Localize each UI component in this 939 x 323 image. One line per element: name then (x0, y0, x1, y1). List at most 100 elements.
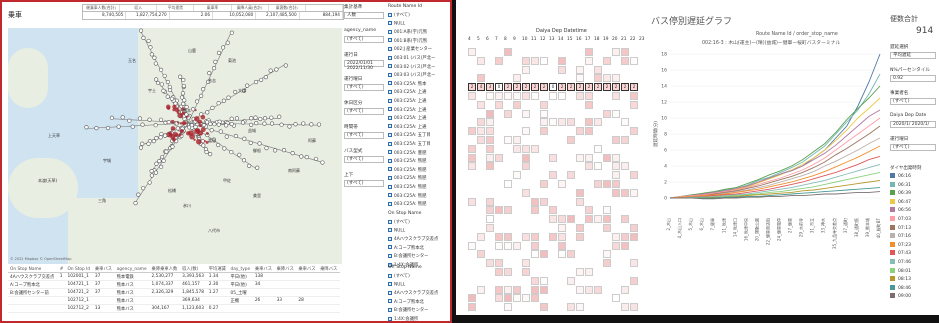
heatmap-cell[interactable] (495, 241, 503, 250)
ridership-marker[interactable] (175, 133, 178, 137)
bus-stop-marker[interactable] (165, 94, 170, 99)
bus-stop-marker[interactable] (167, 84, 172, 90)
bus-stop-marker[interactable] (149, 52, 154, 57)
ridership-marker[interactable] (176, 111, 180, 115)
heatmap-cell[interactable] (468, 153, 476, 162)
heatmap-cell[interactable] (585, 118, 593, 127)
heatmap-cell[interactable] (495, 285, 503, 294)
bus-stop-marker[interactable] (138, 145, 144, 150)
bus-stop-marker[interactable] (165, 79, 170, 85)
heatmap-cell[interactable] (612, 232, 620, 241)
bus-stop-marker[interactable] (147, 180, 152, 185)
heatmap-cell[interactable] (495, 294, 503, 303)
heatmap-cell[interactable] (594, 180, 602, 188)
bus-stop-marker[interactable] (153, 61, 158, 66)
heatmap-cell[interactable] (522, 65, 530, 74)
heatmap-cell[interactable] (504, 268, 512, 276)
heatmap-cell[interactable] (585, 268, 593, 276)
checklist-item[interactable]: 003:C25A: 熊肥 (388, 201, 426, 207)
checklist-item[interactable]: 1:4X:会議所 (388, 316, 418, 321)
heatmap-cell[interactable] (594, 285, 602, 294)
checklist-item[interactable]: 002:J 産業センター (388, 46, 432, 52)
bus-stop-marker[interactable] (138, 28, 144, 33)
checkbox-icon[interactable] (388, 245, 392, 250)
heatmap-cell[interactable] (567, 136, 575, 144)
heatmap-cell[interactable] (558, 118, 566, 127)
heatmap-cell[interactable] (486, 259, 494, 268)
heatmap-highlight-cell[interactable]: 4 (477, 83, 485, 92)
bus-stop-marker[interactable] (222, 146, 227, 151)
heatmap-cell[interactable] (540, 197, 548, 206)
heatmap-cell[interactable] (477, 74, 485, 83)
heatmap-cell[interactable] (621, 48, 629, 56)
legend-item[interactable]: 07:23 (890, 241, 939, 251)
heatmap-cell[interactable] (558, 92, 566, 100)
checklist-item[interactable]: 003:C25A: 上通 (388, 107, 426, 113)
heatmap-cell[interactable] (630, 276, 638, 285)
bus-stop-marker[interactable] (159, 82, 164, 87)
heatmap-cell[interactable] (504, 294, 512, 303)
bus-stop-marker[interactable] (193, 124, 198, 130)
heatmap-cell[interactable] (522, 144, 530, 153)
heatmap-cell[interactable] (603, 259, 611, 268)
checkbox-icon[interactable] (388, 150, 392, 155)
heatmap-cell[interactable] (621, 232, 629, 241)
filter-dropdown[interactable]: (すべて) (344, 132, 384, 139)
bus-stop-marker[interactable] (205, 110, 210, 115)
checklist-item[interactable]: NULL (388, 281, 405, 287)
heatmap-cell[interactable] (486, 197, 494, 206)
heatmap-cell[interactable] (468, 144, 476, 153)
checkbox-icon[interactable] (388, 38, 392, 43)
bus-stop-marker[interactable] (221, 98, 227, 103)
ridership-marker[interactable] (186, 115, 189, 118)
heatmap-cell[interactable] (513, 241, 521, 250)
table-row[interactable]: 102712_2 13 熊本バス 304,167 1,123,603 0.27 (8, 305, 340, 313)
ridership-marker[interactable] (181, 120, 187, 126)
heatmap-cell[interactable] (504, 285, 512, 294)
bus-stop-marker[interactable] (309, 122, 314, 127)
ridership-marker[interactable] (200, 114, 206, 120)
bus-stop-marker[interactable] (136, 192, 141, 197)
heatmap-cell[interactable] (540, 285, 548, 294)
bus-stop-marker[interactable] (159, 131, 164, 137)
bus-stop-marker[interactable] (262, 116, 268, 121)
heatmap-cell[interactable] (576, 127, 584, 136)
bus-stop-marker[interactable] (240, 120, 246, 125)
heatmap-cell[interactable] (540, 118, 548, 127)
checklist-item[interactable]: NULL (388, 227, 405, 233)
heatmap-cell[interactable] (612, 92, 620, 100)
heatmap-cell[interactable] (576, 92, 584, 100)
bus-stop-marker[interactable] (279, 122, 284, 127)
heatmap-cell[interactable] (585, 100, 593, 109)
bus-stop-marker[interactable] (225, 40, 230, 45)
ridership-marker[interactable] (194, 128, 200, 135)
heatmap-cell[interactable] (495, 153, 503, 162)
heatmap-cell[interactable] (576, 224, 584, 232)
bus-stop-marker[interactable] (313, 156, 319, 162)
heatmap-cell[interactable] (612, 162, 620, 171)
checkbox-icon[interactable] (388, 273, 392, 278)
heatmap-cell[interactable] (612, 188, 620, 197)
heatmap-cell[interactable] (531, 250, 539, 259)
bus-stop-marker[interactable] (316, 122, 322, 127)
heatmap-cell[interactable] (540, 109, 548, 118)
bus-stop-marker[interactable] (218, 129, 223, 134)
bus-stop-marker[interactable] (191, 107, 196, 112)
checkbox-icon[interactable] (388, 98, 392, 103)
bus-stop-marker[interactable] (194, 99, 200, 104)
heatmap-cell[interactable] (549, 215, 557, 224)
checklist-item[interactable]: 003:02 (バス)芦北ー (388, 64, 435, 70)
bus-stop-marker[interactable] (209, 128, 214, 133)
bus-stop-marker[interactable] (120, 115, 125, 120)
heatmap-cell[interactable] (486, 127, 494, 136)
bus-stop-marker[interactable] (263, 75, 268, 80)
filter-dropdown[interactable]: (すべて) (344, 36, 384, 43)
heatmap-cell[interactable] (522, 188, 530, 197)
heatmap-cell[interactable] (477, 56, 485, 65)
heatmap-cell[interactable] (477, 127, 485, 136)
checkbox-icon[interactable] (388, 20, 392, 25)
bus-stop-marker[interactable] (162, 133, 168, 138)
heatmap-cell[interactable] (504, 180, 512, 188)
bus-stop-marker[interactable] (158, 67, 164, 72)
route-map[interactable]: 本渡(天草) 宇土 熊本 嘉島 上天草 宇城 八代市 南阿蘇 阿蘇 大津 玉名 菊池 山鹿 合志 益城 御船甲… (8, 28, 342, 264)
